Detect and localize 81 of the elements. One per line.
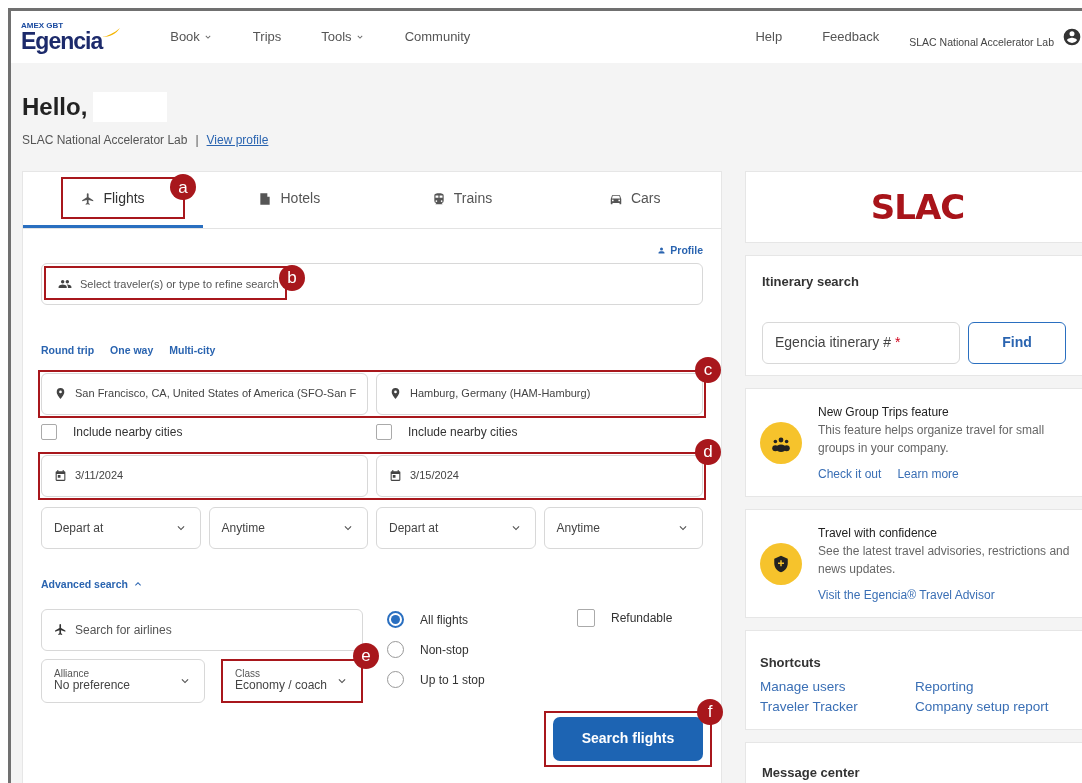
traveler-field[interactable]: Select traveler(s) or type to refine search b bbox=[41, 262, 703, 305]
checkbox[interactable] bbox=[41, 423, 57, 440]
greeting-title: Hello, bbox=[22, 92, 88, 122]
tab[interactable]: Flights a bbox=[23, 172, 203, 228]
tab[interactable]: Cars bbox=[548, 172, 721, 228]
find-button[interactable]: Find bbox=[968, 321, 1066, 364]
company-name: SLAC National Accelerator Lab bbox=[22, 133, 188, 147]
date-field[interactable]: 3/15/2024 bbox=[376, 454, 703, 497]
radio-label: Non-stop bbox=[420, 641, 469, 659]
plane-icon bbox=[54, 623, 67, 636]
pin-icon bbox=[389, 387, 402, 400]
nav-link[interactable]: Community bbox=[404, 27, 471, 47]
promo-title: Travel with confidence bbox=[818, 524, 938, 542]
itinerary-field[interactable]: Egencia itinerary # * bbox=[762, 321, 960, 364]
card-title: Itinerary search bbox=[762, 273, 860, 291]
trip-type-link[interactable]: Round trip bbox=[41, 342, 95, 359]
checkbox[interactable] bbox=[376, 423, 392, 440]
shortcut-link[interactable]: Company setup report bbox=[915, 696, 1082, 717]
trip-type-link[interactable]: One way bbox=[110, 342, 154, 359]
promo-title: New Group Trips feature bbox=[818, 403, 950, 421]
plane-icon bbox=[81, 191, 96, 206]
callout-badge: d bbox=[695, 438, 721, 465]
separator: | bbox=[195, 133, 199, 147]
callout-badge: a bbox=[170, 174, 196, 200]
radio-label: All flights bbox=[420, 611, 469, 629]
promo-link[interactable]: Learn more bbox=[897, 464, 959, 483]
callout-badge: e bbox=[353, 642, 379, 669]
class-select[interactable]: Class Economy / coach bbox=[220, 658, 363, 703]
account-icon[interactable] bbox=[1062, 27, 1082, 47]
checkbox-label: Include nearby cities bbox=[73, 423, 183, 441]
tab[interactable]: Hotels bbox=[203, 172, 376, 228]
airline-field[interactable]: Search for airlines bbox=[41, 608, 363, 651]
checkbox-label: Include nearby cities bbox=[408, 423, 518, 441]
time-select[interactable]: Anytime bbox=[543, 506, 703, 549]
calendar-icon bbox=[54, 469, 67, 482]
logo: SLAC bbox=[870, 185, 965, 229]
pin-icon bbox=[54, 387, 67, 400]
time-select[interactable]: Anytime bbox=[208, 506, 368, 549]
advanced-search-link[interactable]: Advanced search bbox=[41, 576, 144, 593]
shortcut-link[interactable]: Reporting bbox=[915, 676, 1082, 697]
building-icon bbox=[258, 191, 273, 206]
train-icon bbox=[431, 191, 446, 206]
card-title: Shortcuts bbox=[760, 654, 822, 672]
time-select[interactable]: Depart at bbox=[376, 506, 536, 549]
nav-link[interactable]: Book bbox=[170, 27, 213, 47]
alliance-select[interactable]: Alliance No preference bbox=[41, 658, 205, 703]
nav-link[interactable]: Help bbox=[755, 27, 783, 47]
search-button[interactable]: Search flights bbox=[553, 716, 703, 761]
shield-icon bbox=[772, 554, 790, 573]
calendar-icon bbox=[389, 469, 402, 482]
promo-text: See the latest travel advisories, restrictions and news updates. bbox=[818, 542, 1071, 578]
radio-label: Up to 1 stop bbox=[420, 671, 485, 689]
checkbox-label: Refundable bbox=[611, 609, 673, 627]
profile-link[interactable]: Profile bbox=[657, 243, 703, 259]
location-field[interactable]: San Francisco, CA, United States of America (SFO-San F bbox=[41, 372, 368, 415]
company-name: SLAC National Accelerator Lab bbox=[909, 35, 1054, 51]
promo-link[interactable]: Visit the Egencia® Travel Advisor bbox=[818, 585, 995, 604]
required-mark: * bbox=[894, 333, 901, 352]
nav-link[interactable]: Tools bbox=[321, 27, 365, 47]
callout-badge: c bbox=[695, 356, 721, 383]
nav-link[interactable]: Trips bbox=[252, 27, 282, 47]
trip-type-link[interactable]: Multi-city bbox=[169, 342, 216, 359]
checkbox[interactable] bbox=[577, 608, 595, 627]
tab[interactable]: Trains bbox=[375, 172, 549, 228]
location-field[interactable]: Hamburg, Germany (HAM-Hamburg) bbox=[376, 372, 703, 415]
nav-link[interactable]: Feedback bbox=[822, 27, 880, 47]
radio-button[interactable] bbox=[387, 611, 404, 628]
promo-text: This feature helps organize travel for small groups in your company. bbox=[818, 421, 1046, 457]
card-title: Message center bbox=[762, 764, 861, 782]
logo-tag: AMEX GBT bbox=[21, 21, 103, 30]
time-select[interactable]: Depart at bbox=[41, 506, 201, 549]
date-field[interactable]: 3/11/2024 bbox=[41, 454, 368, 497]
user-icon bbox=[657, 246, 667, 256]
callout-badge: f bbox=[697, 698, 723, 725]
shortcut-link[interactable]: Traveler Tracker bbox=[760, 696, 915, 717]
shortcut-link[interactable]: Manage users bbox=[760, 676, 915, 697]
logo[interactable]: Egencia bbox=[21, 29, 103, 53]
callout-badge: b bbox=[279, 264, 305, 291]
swoosh-icon bbox=[102, 27, 121, 38]
promo-link[interactable]: Check it out bbox=[818, 464, 882, 483]
profile-link[interactable]: View profile bbox=[206, 133, 269, 147]
